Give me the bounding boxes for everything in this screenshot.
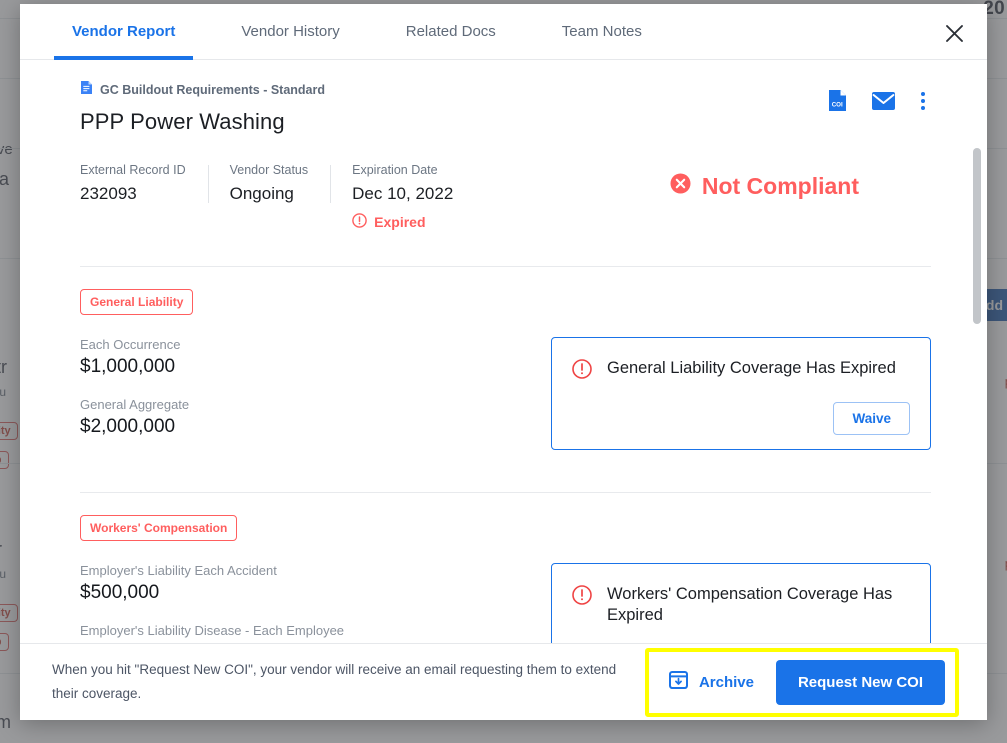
vendor-header: GC Buildout Requirements - Standard PPP … bbox=[80, 60, 931, 135]
warning-circle-icon bbox=[572, 358, 592, 384]
archive-icon bbox=[668, 670, 688, 694]
close-icon[interactable] bbox=[939, 18, 969, 48]
fact-item: Employer's Liability Each Accident $500,… bbox=[80, 563, 500, 604]
fact-label: Employer's Liability Each Accident bbox=[80, 563, 277, 578]
warning-circle-icon bbox=[572, 584, 592, 610]
alert-message: General Liability Coverage Has Expired bbox=[607, 359, 896, 377]
fact-item: Employer's Liability Disease - Each Empl… bbox=[80, 623, 500, 643]
fact-value: $1,000,000 bbox=[80, 356, 176, 377]
coverage-type-chip: Workers' Compensation bbox=[80, 515, 238, 541]
svg-text:COI: COI bbox=[832, 101, 843, 108]
expired-badge: Expired bbox=[352, 213, 453, 231]
coverage-section-general-liability: General Liability Each Occurrence $1,000… bbox=[80, 267, 931, 457]
modal-scrollbar-thumb[interactable] bbox=[973, 148, 981, 324]
meta-expiration-date: Expiration Date Dec 10, 2022 Expired bbox=[330, 163, 475, 231]
footer-note: When you hit "Request New COI", your ven… bbox=[52, 662, 617, 701]
breadcrumb[interactable]: GC Buildout Requirements - Standard bbox=[80, 80, 325, 100]
coverage-alert-card: General Liability Coverage Has Expired W… bbox=[551, 337, 931, 450]
modal-footer: When you hit "Request New COI", your ven… bbox=[20, 643, 987, 720]
vendor-meta: External Record ID 232093 Vendor Status … bbox=[80, 163, 931, 231]
tab-team-notes[interactable]: Team Notes bbox=[544, 4, 660, 59]
meta-vendor-status: Vendor Status Ongoing bbox=[207, 163, 331, 231]
waive-button[interactable]: Waive bbox=[833, 402, 910, 435]
page-title: PPP Power Washing bbox=[80, 109, 285, 134]
fact-item: Each Occurrence $1,000,000 bbox=[80, 337, 500, 378]
meta-value: Dec 10, 2022 bbox=[352, 184, 454, 203]
modal-body: GC Buildout Requirements - Standard PPP … bbox=[20, 60, 987, 643]
modal-tab-bar: Vendor Report Vendor History Related Doc… bbox=[20, 4, 987, 60]
warning-circle-icon bbox=[352, 213, 367, 231]
tab-related-docs[interactable]: Related Docs bbox=[388, 4, 514, 59]
coverage-alert-card: Workers' Compensation Coverage Has Expir… bbox=[551, 563, 931, 643]
coverage-facts: Employer's Liability Each Accident $500,… bbox=[80, 563, 500, 643]
request-new-coi-button[interactable]: Request New COI bbox=[775, 659, 945, 705]
coverage-facts: Each Occurrence $1,000,000 General Aggre… bbox=[80, 337, 500, 457]
meta-label: Expiration Date bbox=[352, 163, 438, 177]
footer-action-group: Archive Request New COI bbox=[644, 647, 959, 717]
vendor-report-modal: Vendor Report Vendor History Related Doc… bbox=[20, 4, 987, 720]
archive-button[interactable]: Archive bbox=[659, 662, 776, 702]
fact-value: $2,000,000 bbox=[80, 416, 176, 437]
meta-value: Ongoing bbox=[229, 184, 294, 203]
status-badge: Not Compliant bbox=[670, 173, 859, 200]
fact-label: Each Occurrence bbox=[80, 337, 181, 352]
expired-label: Expired bbox=[374, 214, 426, 230]
meta-label: External Record ID bbox=[80, 163, 186, 177]
header-action-icons: COI bbox=[829, 90, 931, 111]
fact-value: $500,000 bbox=[80, 582, 160, 603]
tab-vendor-report[interactable]: Vendor Report bbox=[54, 4, 194, 60]
more-options-icon[interactable] bbox=[921, 91, 925, 110]
status-badge-label: Not Compliant bbox=[701, 173, 859, 199]
document-icon bbox=[80, 80, 93, 100]
coverage-section-workers-compensation: Workers' Compensation Employer's Liabili… bbox=[80, 493, 931, 643]
alert-message: Workers' Compensation Coverage Has Expir… bbox=[607, 585, 893, 625]
coverage-type-chip: General Liability bbox=[80, 289, 194, 315]
archive-button-label: Archive bbox=[698, 673, 754, 691]
meta-external-record-id: External Record ID 232093 bbox=[80, 163, 208, 231]
fact-label: Employer's Liability Disease - Each Empl… bbox=[80, 623, 345, 638]
meta-label: Vendor Status bbox=[229, 163, 309, 177]
tab-vendor-history[interactable]: Vendor History bbox=[223, 4, 357, 59]
breadcrumb-label: GC Buildout Requirements - Standard bbox=[100, 83, 326, 97]
coi-document-icon[interactable]: COI bbox=[829, 90, 846, 111]
email-icon[interactable] bbox=[872, 91, 895, 110]
error-circle-icon bbox=[670, 173, 691, 200]
meta-value: 232093 bbox=[80, 184, 137, 203]
fact-item: General Aggregate $2,000,000 bbox=[80, 397, 500, 438]
fact-label: General Aggregate bbox=[80, 397, 190, 412]
